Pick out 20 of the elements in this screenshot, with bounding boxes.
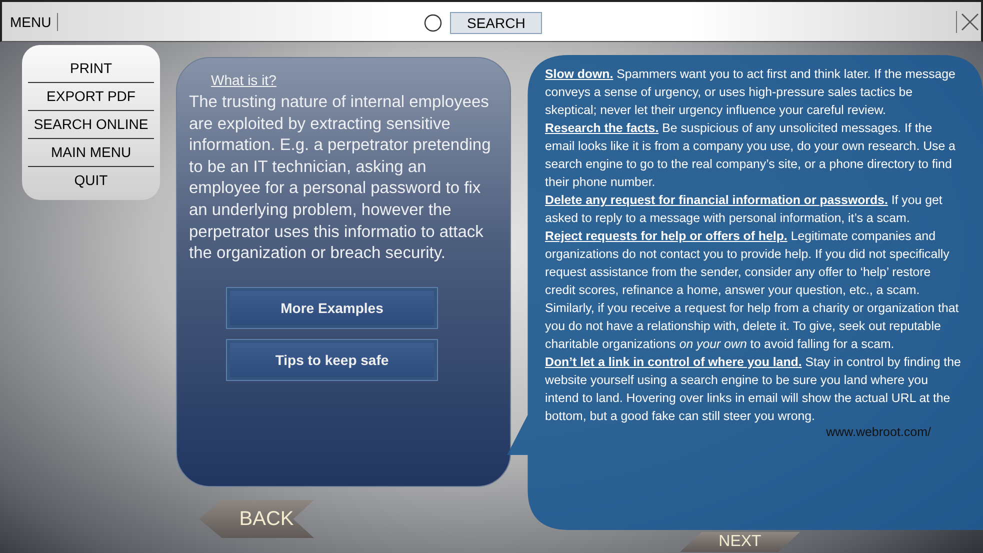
circle-icon[interactable] (424, 14, 442, 32)
panel-button[interactable]: More Examples (226, 286, 438, 329)
tip-paragraph: Delete any request for financial information or passwords. If you get asked to reply to a message with personal information, it’s a scam. (545, 192, 944, 227)
menu-item[interactable]: MAIN MENU (28, 139, 154, 167)
tip-paragraph: Don’t let a link in control of where you land. Stay in control by finding the website yourself using a search engine to be sure you land where you intend to land. Hovering over links in email will show the actual URL at the bottom, but a good fake can still steer you wrong. (545, 354, 961, 425)
menu-item[interactable]: EXPORT PDF (28, 83, 154, 111)
back-button[interactable]: BACK (199, 500, 314, 538)
close-icon[interactable] (956, 10, 981, 32)
panel-button[interactable]: Tips to keep safe (226, 338, 438, 381)
tip-paragraph: Slow down. Spammers want you to act first and think later. If the message conveys a sense of urgency, or uses high-pressure sales tactics be skeptical; never let their urgency influence your careful review. (545, 66, 956, 119)
menu-item[interactable]: QUIT (28, 167, 154, 194)
panel-heading: What is it? (211, 72, 278, 88)
info-text: The trusting nature of internal employees are exploited by extracting sensitive information. E.g. a perpetrator pretending to be an IT technician, asking an employee for a personal password to fix an underlying problem, however the perpetrator uses this informatio to attack the organization or breach security. (189, 92, 492, 264)
tip-paragraph: Reject requests for help or offers of help. Legitimate companies and organizations do not contact you to provide help. If you did not specifically request assistance from the sender, consider any offer to ‘help’ restore credit scores, refinance a home, answer your question, etc., a scam. Similarly, if you receive a request for help from a charity or organization that you do not have a relationship with, delete it. To give, seek out reputable charitable organizations on your own to avoid falling for a scam. (545, 228, 960, 353)
menu-item[interactable]: PRINT (28, 55, 154, 83)
next-button[interactable]: NEXT (680, 532, 800, 552)
menu-item[interactable]: SEARCH ONLINE (28, 111, 154, 139)
search-button[interactable]: SEARCH (450, 12, 542, 34)
menu-label[interactable]: MENU (2, 12, 58, 30)
tip-paragraph: Research the facts. Be suspicious of any unsolicited messages. If the email looks like it is from a company you use, do your own research. Use a search engine to go to the real company’s site, or a phone directory to find their phone number. (545, 120, 956, 191)
